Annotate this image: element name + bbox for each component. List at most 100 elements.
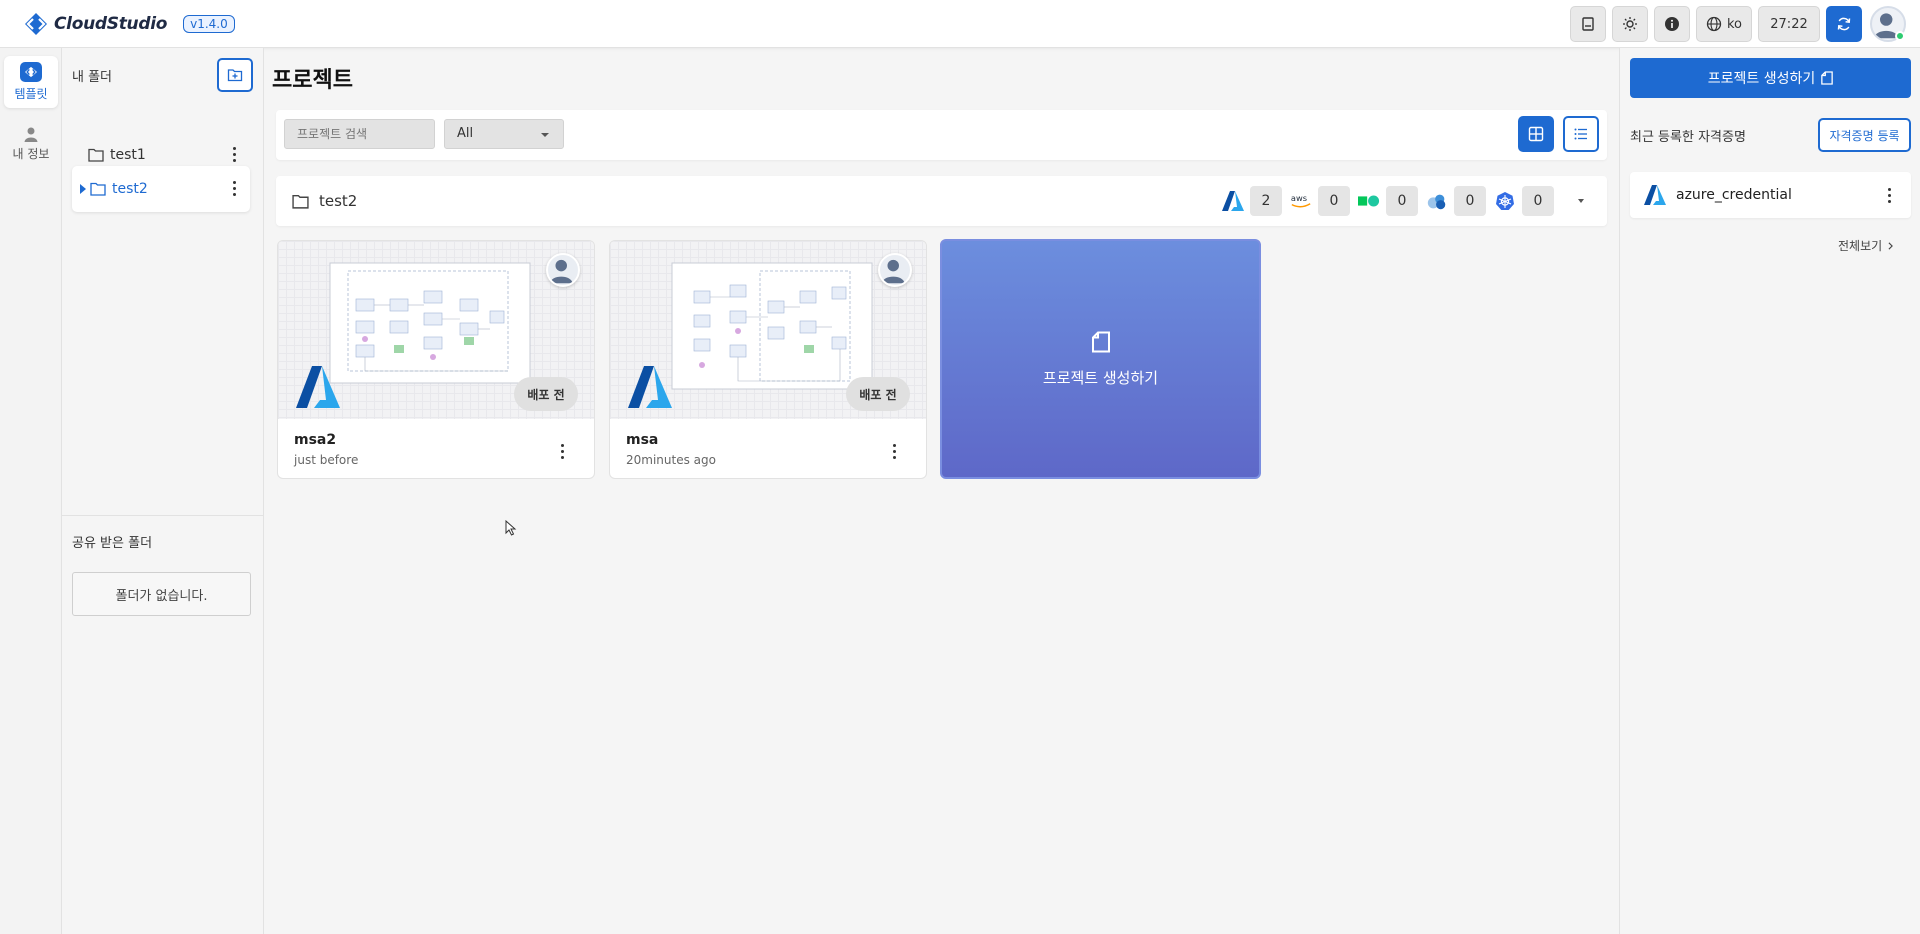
provider-count: 0 [1522, 186, 1554, 216]
language-button[interactable]: ko [1696, 6, 1752, 42]
rail-item-templates[interactable]: 템플릿 [4, 56, 58, 108]
language-label: ko [1726, 16, 1743, 32]
provider-count-kubernetes: 0 [1494, 186, 1554, 216]
theme-toggle-button[interactable] [1612, 6, 1648, 42]
provider-count-ncp: 0 [1358, 186, 1418, 216]
page-title: 프로젝트 [272, 68, 353, 93]
app-name: CloudStudio [54, 14, 168, 34]
project-search-input[interactable] [284, 119, 435, 149]
cloudstudio-logo-icon [25, 13, 47, 35]
template-icon [20, 62, 42, 82]
left-rail: 템플릿 내 정보 [0, 48, 62, 934]
create-project-label: 프로젝트 생성하기 [1042, 368, 1159, 387]
nhn-icon [1426, 190, 1448, 212]
provider-filter-value: All [457, 126, 474, 141]
current-folder: test2 [292, 192, 357, 210]
my-folders-title: 내 폴더 [72, 70, 113, 85]
shared-folders-title: 공유 받은 폴더 [72, 536, 153, 551]
app-logo[interactable]: CloudStudio v1.4.0 [24, 12, 235, 36]
rail-item-my-info[interactable]: 내 정보 [4, 118, 58, 170]
deploy-status-badge: 배포 전 [846, 377, 910, 411]
owner-avatar [546, 253, 580, 287]
rail-item-label: 내 정보 [12, 147, 50, 161]
provider-count-nhn: 0 [1426, 186, 1486, 216]
folder-panel: 내 폴더 test1 test2 공유 받은 폴더 폴더가 없습니다. [62, 48, 264, 934]
folder-menu-button[interactable] [233, 147, 236, 162]
user-avatar-icon [881, 259, 905, 284]
azure-icon [628, 366, 672, 408]
refresh-session-button[interactable] [1826, 6, 1862, 42]
view-all-label: 전체보기 [1838, 239, 1883, 253]
new-document-icon [1821, 71, 1834, 85]
user-avatar-icon [549, 259, 573, 284]
project-updated-time: 20minutes ago [626, 453, 716, 467]
sun-icon [1623, 17, 1637, 31]
expand-folder-caret-icon[interactable] [1578, 199, 1584, 203]
rail-item-label: 템플릿 [14, 87, 48, 101]
folder-item-test2[interactable]: test2 [72, 166, 250, 212]
folder-name: test2 [112, 181, 148, 197]
credential-name: azure_credential [1676, 187, 1792, 203]
credential-menu-button[interactable] [1888, 188, 1891, 203]
deploy-status-badge: 배포 전 [514, 377, 578, 411]
svg-text:aws: aws [1291, 193, 1307, 203]
ncp-icon [1358, 190, 1380, 212]
azure-icon [296, 366, 340, 408]
credential-item[interactable]: azure_credential [1630, 172, 1911, 218]
list-view-button[interactable] [1563, 116, 1599, 152]
project-card-msa2[interactable]: 배포 전 msa2 just before [277, 240, 595, 479]
provider-filter-select[interactable]: All [444, 119, 564, 149]
owner-avatar [878, 253, 912, 287]
mouse-cursor-icon [505, 520, 517, 536]
provider-count: 2 [1250, 186, 1282, 216]
provider-count: 0 [1386, 186, 1418, 216]
azure-icon [1644, 185, 1666, 205]
project-menu-button[interactable] [893, 444, 896, 459]
create-project-card[interactable]: 프로젝트 생성하기 [940, 239, 1261, 479]
folder-menu-button[interactable] [233, 181, 236, 196]
aws-icon: aws [1290, 190, 1312, 212]
session-timer: 27:22 [1758, 6, 1820, 42]
provider-count-azure: 2 [1222, 186, 1282, 216]
create-project-button-label: 프로젝트 생성하기 [1707, 71, 1816, 87]
register-credential-button[interactable]: 자격증명 등록 [1818, 118, 1911, 152]
new-folder-button[interactable] [217, 58, 253, 92]
folder-name: test1 [110, 147, 146, 163]
grid-icon [1528, 126, 1544, 142]
person-icon [24, 127, 38, 142]
project-menu-button[interactable] [561, 444, 564, 459]
online-status-dot [1895, 31, 1905, 41]
divider [62, 515, 263, 516]
list-icon [1574, 128, 1587, 140]
provider-count-aws: aws 0 [1290, 186, 1350, 216]
create-project-button[interactable]: 프로젝트 생성하기 [1630, 58, 1911, 98]
current-folder-name: test2 [319, 192, 358, 210]
info-button[interactable] [1654, 6, 1690, 42]
refresh-icon [1837, 17, 1851, 31]
session-timer-value: 27:22 [1770, 16, 1808, 32]
dropdown-caret-icon [541, 133, 549, 137]
project-name: msa2 [294, 432, 337, 448]
project-updated-time: just before [294, 453, 359, 467]
shared-folders-empty: 폴더가 없습니다. [72, 572, 251, 616]
version-badge: v1.4.0 [183, 15, 235, 33]
recent-credentials-title: 최근 등록한 자격증명 [1630, 130, 1746, 145]
right-panel: 프로젝트 생성하기 최근 등록한 자격증명 자격증명 등록 azure_cred… [1619, 48, 1920, 934]
caret-right-icon [80, 184, 86, 194]
project-name: msa [626, 432, 659, 448]
docs-button[interactable] [1570, 6, 1606, 42]
document-icon [1582, 17, 1594, 31]
globe-icon [1706, 16, 1722, 32]
filter-bar: All [276, 110, 1607, 160]
info-icon [1665, 17, 1679, 31]
folder-icon [90, 182, 106, 196]
grid-view-button[interactable] [1518, 116, 1554, 152]
kubernetes-icon [1494, 190, 1516, 212]
azure-icon [1222, 190, 1244, 212]
project-card-msa[interactable]: 배포 전 msa 20minutes ago [609, 240, 927, 479]
view-all-link[interactable]: 전체보기 [1838, 237, 1894, 254]
provider-count: 0 [1318, 186, 1350, 216]
current-folder-bar: test2 2 aws 0 0 0 0 [276, 176, 1607, 226]
top-bar: CloudStudio v1.4.0 ko 27:22 [0, 0, 1920, 48]
folder-icon [88, 148, 104, 162]
